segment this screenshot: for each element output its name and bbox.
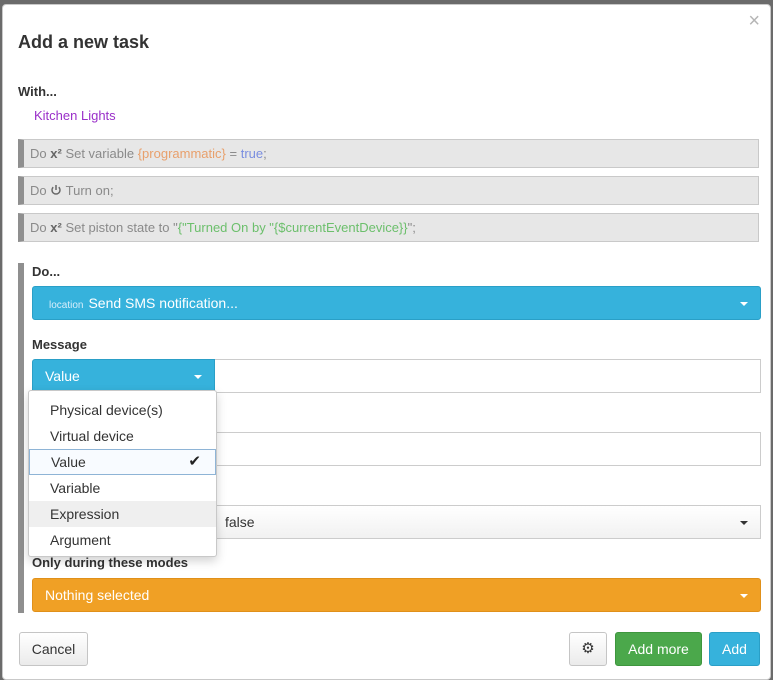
modes-label: Only during these modes <box>32 555 189 570</box>
second-parameter-input[interactable] <box>215 432 761 466</box>
modes-value: Nothing selected <box>45 587 150 603</box>
dialog-title: Add a new task <box>18 32 150 52</box>
dropdown-item-label: Value <box>51 454 86 470</box>
close-icon[interactable]: × <box>748 11 760 31</box>
with-device-name[interactable]: Kitchen Lights <box>34 108 116 123</box>
existing-task-set-variable[interactable]: Do x² Set variable {programmatic} = true… <box>18 139 759 168</box>
task-text: Turn on; <box>65 183 114 198</box>
with-label: With... <box>18 84 57 99</box>
command-select[interactable]: location Send SMS notification... <box>32 286 761 320</box>
boolean-select[interactable]: false <box>215 505 761 539</box>
power-icon <box>50 177 62 204</box>
boolean-value: false <box>225 514 255 530</box>
existing-task-turn-on[interactable]: Do Turn on; <box>18 176 759 205</box>
chevron-down-icon <box>740 521 748 525</box>
do-label: Do... <box>32 264 61 279</box>
message-input[interactable] <box>215 359 761 393</box>
chevron-down-icon <box>740 594 748 598</box>
do-keyword: Do <box>30 146 47 161</box>
do-keyword: Do <box>30 220 47 235</box>
task-value: true <box>240 146 264 161</box>
add-task-dialog: × Add a new task With... Kitchen Lights … <box>2 4 771 680</box>
variable-icon: x² <box>50 146 62 161</box>
value-type-label: Value <box>45 368 80 384</box>
dropdown-item-physical-device[interactable]: Physical device(s) <box>29 397 216 423</box>
do-keyword: Do <box>30 183 47 198</box>
command-prefix: location <box>49 300 84 311</box>
checkmark-icon: ✔ <box>188 453 201 470</box>
task-text: Set variable <box>65 146 135 161</box>
task-string: {"Turned On by "{$currentEventDevice}} <box>177 220 408 235</box>
existing-task-set-piston-state[interactable]: Do x² Set piston state to "{"Turned On b… <box>18 213 759 242</box>
gear-icon[interactable]: ⚙ <box>569 632 607 666</box>
message-label: Message <box>32 337 87 352</box>
dropdown-item-argument[interactable]: Argument <box>29 527 216 553</box>
command-label: Send SMS notification... <box>88 295 238 311</box>
chevron-down-icon <box>194 375 202 379</box>
modes-select[interactable]: Nothing selected <box>32 578 761 612</box>
add-button[interactable]: Add <box>709 632 760 666</box>
dropdown-item-virtual-device[interactable]: Virtual device <box>29 423 216 449</box>
dropdown-item-value[interactable]: Value ✔ <box>29 449 216 475</box>
dropdown-item-variable[interactable]: Variable <box>29 475 216 501</box>
task-end: ; <box>263 146 267 161</box>
task-text: Set piston state to " <box>65 220 178 235</box>
task-variable: {programmatic} <box>137 146 226 161</box>
value-type-dropdown: Physical device(s) Virtual device Value … <box>28 390 217 557</box>
task-operator: = <box>229 146 238 161</box>
chevron-down-icon <box>740 302 748 306</box>
add-more-button[interactable]: Add more <box>615 632 702 666</box>
value-type-select[interactable]: Value <box>32 359 215 393</box>
cancel-button[interactable]: Cancel <box>19 632 88 666</box>
variable-icon: x² <box>50 220 62 235</box>
task-end: "; <box>407 220 416 235</box>
dropdown-item-expression[interactable]: Expression <box>29 501 216 527</box>
